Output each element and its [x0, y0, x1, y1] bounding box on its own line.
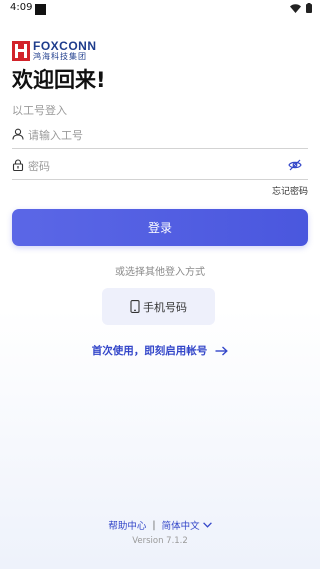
- login-method-subtitle: 以工号登入: [12, 104, 67, 117]
- password-field: [12, 153, 308, 180]
- foxconn-logo-icon: [12, 40, 30, 61]
- status-time: 4:09: [10, 2, 33, 13]
- logo-text-en: FOXCONN: [33, 39, 97, 53]
- foxconn-logo: FOXCONN 鸿海科技集团: [12, 40, 97, 61]
- chevron-down-icon[interactable]: [202, 522, 212, 528]
- phone-login-button[interactable]: 手机号码: [102, 288, 215, 325]
- language-selector[interactable]: 简体中文: [162, 518, 200, 532]
- arrow-right-icon: [215, 345, 229, 356]
- alt-login-text: 或选择其他登入方式: [115, 267, 205, 278]
- status-icons: [290, 3, 312, 13]
- login-button[interactable]: 登录: [12, 209, 308, 246]
- notification-icon: [35, 4, 46, 15]
- activate-account-label: 首次使用，即刻启用帐号: [91, 345, 208, 357]
- forgot-password-link[interactable]: 忘记密码: [272, 184, 308, 197]
- footer-separator: |: [152, 519, 156, 531]
- lock-icon: [12, 159, 24, 171]
- employee-id-input[interactable]: [28, 125, 278, 145]
- status-bar: 4:09: [0, 0, 320, 18]
- page-title: 欢迎回来!: [12, 68, 106, 92]
- wifi-icon: [290, 3, 301, 13]
- user-icon: [12, 128, 24, 140]
- logo-text-cn: 鸿海科技集团: [33, 52, 87, 61]
- employee-id-field: [12, 122, 308, 149]
- battery-icon: [306, 3, 312, 13]
- help-center-link[interactable]: 帮助中心: [108, 518, 146, 532]
- eye-off-icon[interactable]: [288, 158, 302, 172]
- phone-icon: [130, 300, 140, 313]
- version-text: Version 7.1.2: [132, 536, 188, 546]
- password-input[interactable]: [28, 156, 278, 176]
- activate-account-link[interactable]: 首次使用，即刻启用帐号: [0, 343, 320, 358]
- phone-login-label: 手机号码: [143, 300, 187, 314]
- footer-links: 帮助中心 | 简体中文: [0, 518, 320, 532]
